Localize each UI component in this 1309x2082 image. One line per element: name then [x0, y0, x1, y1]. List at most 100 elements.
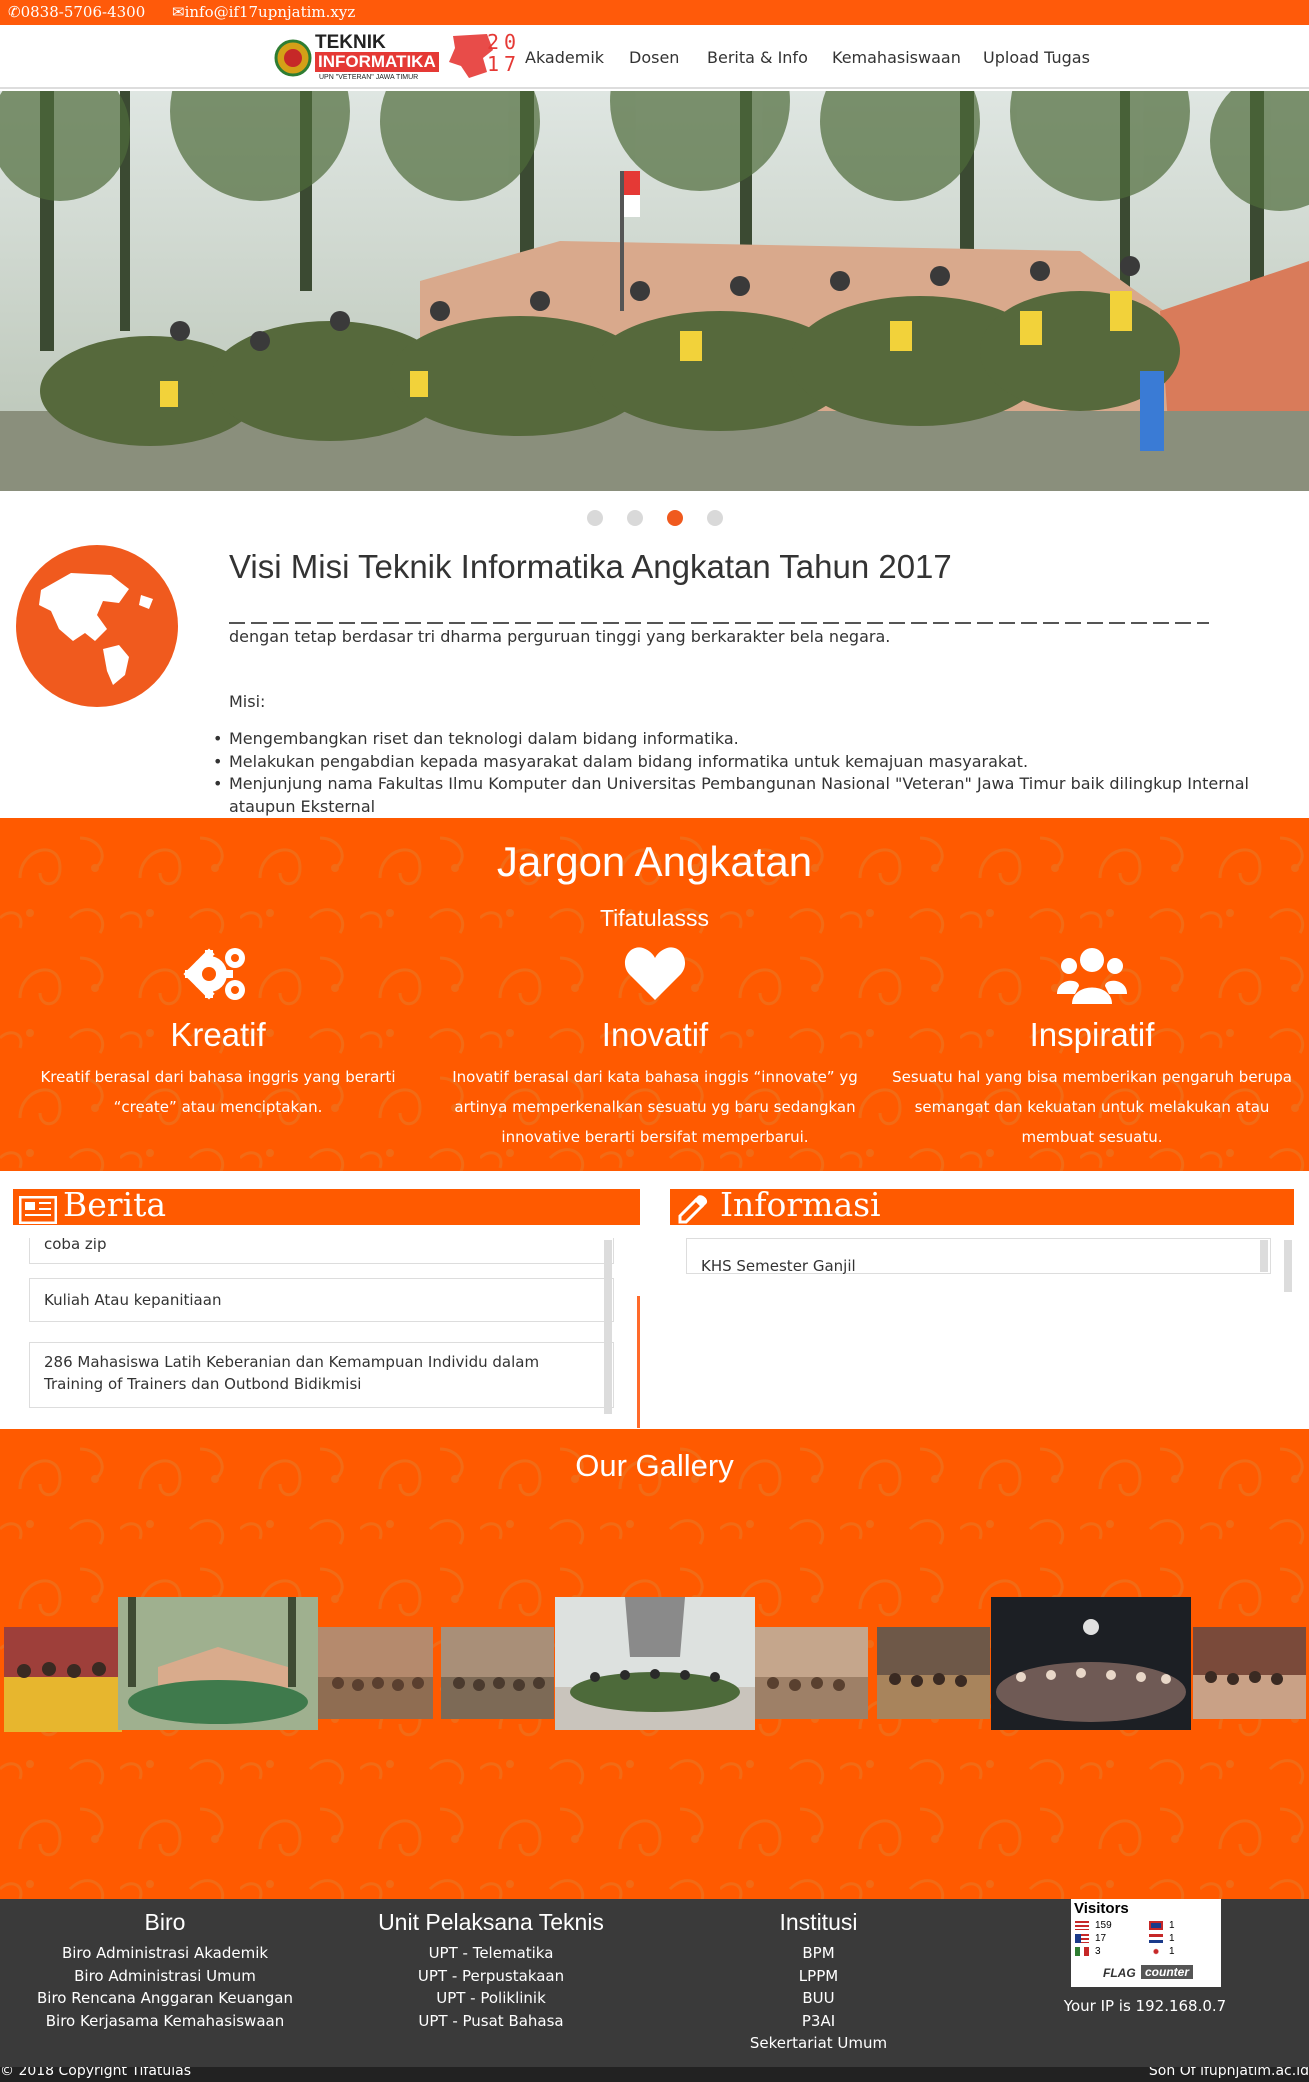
feature-text: Sesuatu hal yang bisa memberikan pengaru…: [892, 1068, 1292, 1146]
nav-kemahasiswaan[interactable]: Kemahasiswaan: [832, 48, 961, 67]
nl-flag-icon: [1149, 1934, 1163, 1943]
footer-link[interactable]: UPT - Pusat Bahasa: [330, 2010, 652, 2033]
copyright-bar: © 2018 Copyright Tifatulas Son Of ifupnj…: [0, 2067, 1309, 2082]
flag-count: 1: [1169, 1946, 1175, 1957]
footer-link[interactable]: P3AI: [652, 2010, 985, 2033]
feature-inspiratif: Inspiratif Sesuatu hal yang bisa memberi…: [882, 942, 1302, 1152]
flag-count: 1: [1169, 1933, 1175, 1944]
section-divider: [637, 1296, 640, 1428]
gallery-thumb[interactable]: [555, 1597, 755, 1730]
us-flag-icon: [1075, 1934, 1089, 1943]
nav-berita-info[interactable]: Berita & Info: [707, 48, 808, 67]
informasi-header: Informasi: [670, 1185, 1294, 1225]
gears-icon: [183, 948, 245, 1000]
visitor-ip: Your IP is 192.168.0.7: [1063, 1997, 1227, 2015]
phone-contact: ✆0838-5706-4300: [8, 3, 146, 21]
users-icon: [1057, 948, 1127, 1004]
globe-icon: [11, 545, 183, 707]
gallery-thumb[interactable]: [441, 1627, 554, 1719]
visi-text-cropped-line: [229, 618, 1209, 626]
informasi-scrollbar-inner[interactable]: [1260, 1240, 1268, 1272]
informasi-scrollbar[interactable]: [1284, 1240, 1292, 1292]
feature-text: Kreatif berasal dari bahasa inggris yang…: [40, 1068, 396, 1116]
footer-credit-link[interactable]: Son Of ifupnjatim.ac.id: [1149, 2067, 1309, 2079]
footer-link[interactable]: Sekertariat Umum: [652, 2032, 985, 2055]
logo-year-top: 20: [487, 30, 522, 54]
news-item-title[interactable]: Kuliah Atau kepanitiaan: [44, 1291, 221, 1309]
logo-text-informatika: INFORMATIKA: [315, 52, 439, 72]
news-item-title[interactable]: 286 Mahasiswa Latih Keberanian dan Kemam…: [44, 1353, 539, 1393]
footer-link[interactable]: LPPM: [652, 1965, 985, 1988]
footer-biro-title: Biro: [144, 1909, 186, 1935]
flag-count: 159: [1095, 1920, 1112, 1931]
site-footer: Biro Biro Administrasi Akademik Biro Adm…: [0, 1899, 1309, 2072]
footer-link[interactable]: Biro Rencana Anggaran Keuangan: [0, 1987, 330, 2010]
gallery-thumb[interactable]: [1193, 1627, 1306, 1719]
carousel-dot-1[interactable]: [587, 510, 603, 526]
flag-count: 1: [1169, 1920, 1175, 1931]
flag-counter-widget[interactable]: Visitors 159 1 17 1 3 1 FLAG counter: [1071, 1899, 1221, 1987]
carousel-dot-4[interactable]: [707, 510, 723, 526]
nav-akademik[interactable]: Akademik: [525, 48, 604, 67]
news-item-title[interactable]: coba zip: [44, 1238, 106, 1253]
visi-misi-title: Visi Misi Teknik Informatika Angkatan Ta…: [229, 548, 952, 585]
misi-item: Mengembangkan riset dan teknologi dalam …: [213, 728, 1293, 751]
flag-counter-brand2: counter: [1141, 1965, 1194, 1979]
us-flag-icon: [1075, 1921, 1089, 1930]
top-contact-bar: ✆0838-5706-4300 ✉info@if17upnjatim.xyz: [0, 0, 1309, 25]
gallery-thumb[interactable]: [118, 1597, 318, 1730]
visi-text: dengan tetap berdasar tri dharma perguru…: [229, 627, 891, 646]
news-item[interactable]: coba zip: [29, 1238, 614, 1264]
feature-text: Inovatif berasal dari kata bahasa inggis…: [452, 1068, 858, 1146]
news-item[interactable]: 286 Mahasiswa Latih Keberanian dan Kemam…: [29, 1342, 614, 1408]
nav-upload-tugas[interactable]: Upload Tugas: [983, 48, 1090, 67]
info-item-title[interactable]: KHS Semester Ganjil: [701, 1257, 856, 1275]
jargon-title: Jargon Angkatan: [496, 838, 813, 885]
misi-item: Melakukan pengabdian kepada masyarakat d…: [213, 751, 1293, 774]
misi-list: Mengembangkan riset dan teknologi dalam …: [213, 728, 1293, 818]
hero-carousel-image: [0, 91, 1309, 491]
email-contact[interactable]: ✉info@if17upnjatim.xyz: [172, 3, 355, 21]
site-logo[interactable]: TEKNIK INFORMATIKA UPN "VETERAN" JAWA TI…: [273, 28, 516, 86]
footer-link[interactable]: UPT - Perpustakaan: [330, 1965, 652, 1988]
misi-item: Menjunjung nama Fakultas Ilmu Komputer d…: [213, 773, 1293, 818]
gallery-thumb[interactable]: [991, 1597, 1191, 1730]
flag-count: 17: [1095, 1933, 1107, 1944]
footer-institusi-title: Institusi: [779, 1909, 858, 1935]
newspaper-icon: [18, 1193, 58, 1232]
jp-flag-icon: [1149, 1947, 1163, 1956]
gallery-thumb[interactable]: [4, 1627, 122, 1732]
feature-title: Inovatif: [601, 1016, 709, 1053]
feature-kreatif: Kreatif Kreatif berasal dari bahasa ingg…: [8, 942, 428, 1122]
berita-header: Berita: [13, 1185, 640, 1225]
logo-text-upn: UPN "VETERAN" JAWA TIMUR: [319, 74, 419, 81]
carousel-dot-3[interactable]: [667, 510, 683, 526]
footer-link[interactable]: Biro Administrasi Akademik: [0, 1942, 330, 1965]
info-item[interactable]: KHS Semester Ganjil: [686, 1238, 1271, 1275]
footer-col-biro: Biro Biro Administrasi Akademik Biro Adm…: [0, 1909, 330, 2032]
news-item[interactable]: Kuliah Atau kepanitiaan: [29, 1278, 614, 1322]
gb-flag-icon: [1149, 1921, 1163, 1930]
gallery-thumb[interactable]: [877, 1627, 990, 1719]
berita-title: Berita: [63, 1185, 167, 1224]
flag-counter-brand: FLAG: [1103, 1966, 1136, 1980]
footer-col-institusi: Institusi BPM LPPM BUU P3AI Sekertariat …: [652, 1909, 985, 2055]
heart-icon: [624, 947, 686, 1000]
nav-dosen[interactable]: Dosen: [629, 48, 679, 67]
email-address[interactable]: info@if17upnjatim.xyz: [185, 3, 356, 21]
berita-list: coba zip Kuliah Atau kepanitiaan 286 Mah…: [13, 1238, 640, 1428]
footer-link[interactable]: UPT - Telematika: [330, 1942, 652, 1965]
footer-link[interactable]: BPM: [652, 1942, 985, 1965]
gallery-thumb[interactable]: [318, 1627, 433, 1719]
eyedropper-icon: [676, 1193, 710, 1232]
carousel-dot-2[interactable]: [627, 510, 643, 526]
feature-inovatif: Inovatif Inovatif berasal dari kata baha…: [445, 942, 865, 1152]
footer-link[interactable]: UPT - Poliklinik: [330, 1987, 652, 2010]
berita-scrollbar[interactable]: [604, 1240, 612, 1414]
footer-link[interactable]: Biro Administrasi Umum: [0, 1965, 330, 1988]
footer-link[interactable]: BUU: [652, 1987, 985, 2010]
feature-title: Kreatif: [170, 1016, 266, 1053]
gallery-thumb[interactable]: [755, 1627, 868, 1719]
logo-year-bottom: 17: [487, 52, 522, 76]
footer-link[interactable]: Biro Kerjasama Kemahasiswaan: [0, 2010, 330, 2033]
